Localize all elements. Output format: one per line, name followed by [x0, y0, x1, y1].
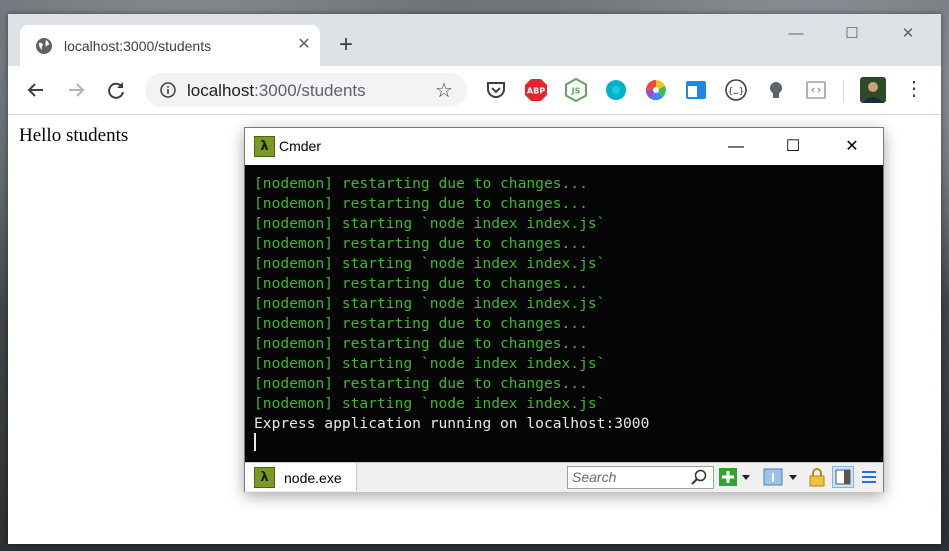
teal-circle-icon[interactable]: [604, 78, 628, 102]
browser-tab[interactable]: localhost:3000/students ✕: [20, 25, 320, 66]
cmder-maximize-button[interactable]: ☐: [770, 132, 816, 162]
color-wheel-icon[interactable]: [644, 78, 668, 102]
page-heading: Hello students: [19, 125, 129, 146]
forward-arrow-icon[interactable]: [62, 76, 90, 104]
console-line: [nodemon] restarting due to changes...: [254, 315, 588, 332]
console-line: [nodemon] starting `node index index.js`: [254, 255, 606, 272]
address-bar[interactable]: localhost:3000/students ☆: [145, 73, 467, 107]
console-line: [nodemon] restarting due to changes...: [254, 335, 588, 352]
cmder-title: Cmder: [279, 138, 322, 154]
search-icon[interactable]: [690, 468, 708, 486]
cmder-minimize-button[interactable]: —: [713, 132, 759, 162]
svg-text:ABP: ABP: [527, 87, 545, 96]
console-cursor: [254, 433, 256, 451]
hamburger-menu-icon[interactable]: [859, 467, 879, 487]
info-icon[interactable]: [160, 82, 176, 98]
cmder-tab-lambda-icon: λ: [254, 467, 275, 488]
cmder-statusbar: λ node.exe: [245, 462, 883, 492]
adblock-icon[interactable]: ABP: [524, 78, 548, 102]
console-line: [nodemon] restarting due to changes...: [254, 175, 588, 192]
svg-text:{…}: {…}: [728, 87, 744, 97]
console-line: [nodemon] restarting due to changes...: [254, 235, 588, 252]
console-line: [nodemon] restarting due to changes...: [254, 375, 588, 392]
bulb-icon[interactable]: [764, 78, 788, 102]
new-console-dropdown-icon[interactable]: [740, 467, 752, 487]
console-line: [nodemon] restarting due to changes...: [254, 195, 588, 212]
console-line: [nodemon] starting `node index index.js`: [254, 395, 606, 412]
reload-icon[interactable]: [102, 76, 130, 104]
pocket-icon[interactable]: [484, 78, 508, 102]
new-console-plus-icon[interactable]: [718, 467, 738, 487]
cmder-tab-label: node.exe: [284, 470, 342, 486]
url-path: :3000/students: [254, 81, 366, 100]
back-arrow-icon[interactable]: [22, 76, 50, 104]
maximize-button[interactable]: ☐: [829, 20, 875, 48]
menu-dots-icon[interactable]: ⋮: [904, 78, 924, 100]
tab-title: localhost:3000/students: [64, 38, 212, 54]
close-window-button[interactable]: ✕: [885, 20, 931, 48]
nodejs-icon[interactable]: JS: [564, 78, 588, 102]
lock-icon[interactable]: [807, 467, 827, 487]
panel-toggle-icon[interactable]: [832, 466, 854, 488]
cmder-window: λ Cmder — ☐ ✕ [nodemon] restarting due t…: [244, 127, 884, 492]
new-tab-button[interactable]: +: [336, 33, 356, 57]
console-line: [nodemon] starting `node index index.js`: [254, 215, 606, 232]
browser-toolbar: localhost:3000/students ☆ ABP JS {…} ⋮: [8, 66, 941, 115]
console-line: [nodemon] restarting due to changes...: [254, 275, 588, 292]
url-host: localhost: [187, 81, 255, 100]
cmder-tab[interactable]: λ node.exe: [245, 463, 357, 491]
tab-strip: localhost:3000/students ✕ + — ☐ ✕: [8, 14, 941, 66]
cmder-search-input[interactable]: [572, 468, 684, 486]
tab-close-icon[interactable]: ✕: [294, 34, 314, 56]
cmder-search-box: [567, 466, 714, 489]
bookmark-star-icon[interactable]: ☆: [435, 78, 453, 103]
split-dropdown-icon[interactable]: [787, 467, 799, 487]
toolbar-divider: [843, 80, 844, 102]
source-view-icon[interactable]: [804, 78, 828, 102]
console-line: Express application running on localhost…: [254, 415, 650, 432]
console-line: [nodemon] starting `node index index.js`: [254, 355, 606, 372]
window-icon[interactable]: [684, 78, 708, 102]
avatar[interactable]: [860, 77, 886, 103]
code-braces-icon[interactable]: {…}: [724, 78, 748, 102]
cmder-close-button[interactable]: ✕: [829, 132, 875, 162]
split-view-icon[interactable]: [763, 467, 783, 487]
minimize-button[interactable]: —: [773, 20, 819, 48]
globe-icon: [36, 38, 52, 54]
svg-text:JS: JS: [571, 87, 581, 96]
console-output[interactable]: [nodemon] restarting due to changes... […: [245, 165, 883, 462]
url-text: localhost:3000/students: [187, 81, 366, 101]
cmder-lambda-icon: λ: [254, 136, 275, 157]
cmder-titlebar[interactable]: λ Cmder — ☐ ✕: [245, 128, 883, 165]
console-line: [nodemon] starting `node index index.js`: [254, 295, 606, 312]
